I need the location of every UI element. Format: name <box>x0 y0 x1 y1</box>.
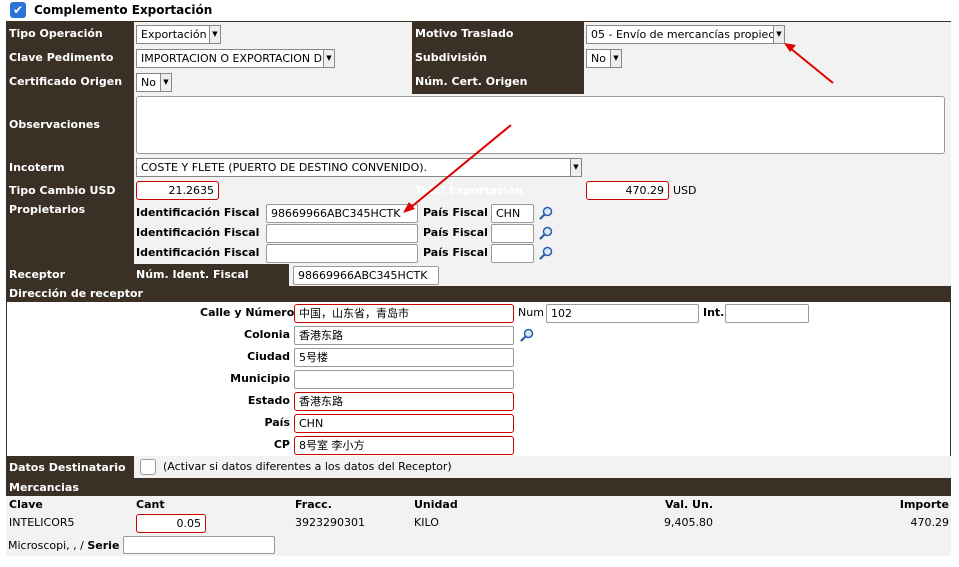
row-cant-input[interactable]: 0.05 <box>136 514 206 533</box>
ciudad-label: Ciudad <box>247 350 290 363</box>
search-icon[interactable] <box>539 246 553 260</box>
motivo-traslado-select[interactable]: 05 - Envío de mercancías propiedad ▼ <box>586 25 785 44</box>
row-importe: 470.29 <box>910 516 950 529</box>
estado-label: Estado <box>247 394 290 407</box>
col-unidad: Unidad <box>414 498 458 511</box>
certificado-origen-label: Certificado Origen <box>9 75 123 88</box>
subdivision-select[interactable]: No ▼ <box>586 49 622 68</box>
search-icon[interactable] <box>539 206 553 220</box>
calle-input[interactable]: 中国，山东省，青岛市 <box>294 304 514 323</box>
id-fiscal-label: Identificación Fiscal <box>136 206 260 219</box>
serie-label: Serie <box>87 539 120 552</box>
observaciones-textarea[interactable] <box>136 96 945 154</box>
propietarios-label: Propietarios <box>9 203 86 216</box>
municipio-label: Municipio <box>230 372 290 385</box>
municipio-input[interactable] <box>294 370 514 389</box>
id-fiscal-input[interactable]: 98669966ABC345HCTK <box>266 204 418 223</box>
tipo-cambio-label: Tipo Cambio USD <box>9 184 116 197</box>
int-input[interactable] <box>725 304 809 323</box>
complemento-header: ✔ Complemento Exportación <box>10 2 212 18</box>
motivo-traslado-label: Motivo Traslado <box>415 27 514 40</box>
chevron-down-icon: ▼ <box>773 26 784 43</box>
cp-input[interactable]: 8号室 李小方 <box>294 436 514 455</box>
pais-fiscal-input[interactable] <box>491 224 534 243</box>
col-clave: Clave <box>9 498 43 511</box>
colonia-input[interactable]: 香港东路 <box>294 326 514 345</box>
destinatario-label: Datos Destinatario <box>9 461 126 474</box>
mercancias-bar <box>6 478 951 496</box>
num-ident-fiscal-label: Núm. Ident. Fiscal <box>136 268 249 281</box>
chevron-down-icon: ▼ <box>160 74 171 91</box>
pais-fiscal-input[interactable] <box>491 244 534 263</box>
tipo-operacion-label: Tipo Operación <box>9 27 103 40</box>
total-exportacion-label: Total Exportación <box>415 184 523 197</box>
row-clave: INTELICOR5 <box>9 516 75 529</box>
id-fiscal-input[interactable] <box>266 244 418 263</box>
row-desc: Microscopi, , / Serie <box>8 539 120 552</box>
currency-label: USD <box>673 184 697 197</box>
num-label: Num <box>518 306 544 319</box>
serie-input[interactable] <box>123 536 275 554</box>
id-fiscal-input[interactable] <box>266 224 418 243</box>
search-icon[interactable] <box>539 226 553 240</box>
col-fracc: Fracc. <box>295 498 332 511</box>
pais-label: País <box>264 416 290 429</box>
ciudad-input[interactable]: 5号楼 <box>294 348 514 367</box>
int-label: Int. <box>703 306 725 319</box>
cp-label: CP <box>273 438 290 451</box>
incoterm-label: Incoterm <box>9 161 65 174</box>
clave-pedimento-label: Clave Pedimento <box>9 51 114 64</box>
receptor-label: Receptor <box>9 268 66 281</box>
row-fracc: 3923290301 <box>295 516 365 529</box>
row-unidad: KILO <box>414 516 439 529</box>
chevron-down-icon: ▼ <box>323 50 334 67</box>
certificado-origen-select[interactable]: No ▼ <box>136 73 172 92</box>
chevron-down-icon: ▼ <box>610 50 621 67</box>
id-fiscal-label: Identificación Fiscal <box>136 226 260 239</box>
destinatario-checkbox[interactable] <box>140 459 156 475</box>
pais-fiscal-label: País Fiscal <box>423 206 488 219</box>
col-importe: Importe <box>899 498 949 511</box>
pais-fiscal-label: País Fiscal <box>423 246 488 259</box>
subdivision-label: Subdivisión <box>415 51 487 64</box>
chevron-down-icon: ▼ <box>209 26 220 43</box>
observaciones-label: Observaciones <box>9 118 100 131</box>
colonia-label: Colonia <box>244 328 290 341</box>
direccion-bar <box>6 286 951 302</box>
destinatario-note: (Activar si datos diferentes a los datos… <box>163 460 452 473</box>
num-cert-origen-label: Núm. Cert. Origen <box>415 75 528 88</box>
col-cant: Cant <box>136 498 165 511</box>
header-title: Complemento Exportación <box>34 3 213 17</box>
search-icon[interactable] <box>520 328 534 342</box>
id-fiscal-label: Identificación Fiscal <box>136 246 260 259</box>
num-ident-fiscal-input[interactable]: 98669966ABC345HCTK <box>293 266 439 285</box>
incoterm-select[interactable]: COSTE Y FLETE (PUERTO DE DESTINO CONVENI… <box>136 158 582 177</box>
pais-fiscal-label: País Fiscal <box>423 226 488 239</box>
estado-input[interactable]: 香港东路 <box>294 392 514 411</box>
pais-fiscal-input[interactable]: CHN <box>491 204 534 223</box>
row-val-un: 9,405.80 <box>664 516 713 529</box>
clave-pedimento-select[interactable]: IMPORTACION O EXPORTACION D ▼ <box>136 49 335 68</box>
col-val-un: Val. Un. <box>664 498 713 511</box>
calle-label: Calle y Número <box>200 306 295 319</box>
tipo-operacion-select[interactable]: Exportación ▼ <box>136 25 221 44</box>
chevron-down-icon: ▼ <box>570 159 581 176</box>
total-exportacion-input[interactable]: 470.29 <box>586 181 669 200</box>
tipo-cambio-input[interactable]: 21.2635 <box>136 181 219 200</box>
pais-input[interactable]: CHN <box>294 414 514 433</box>
mercancias-title: Mercancias <box>9 481 79 494</box>
direccion-title: Dirección de receptor <box>9 287 143 300</box>
num-input[interactable]: 102 <box>546 304 699 323</box>
checkbox-checked-icon[interactable]: ✔ <box>10 2 26 18</box>
